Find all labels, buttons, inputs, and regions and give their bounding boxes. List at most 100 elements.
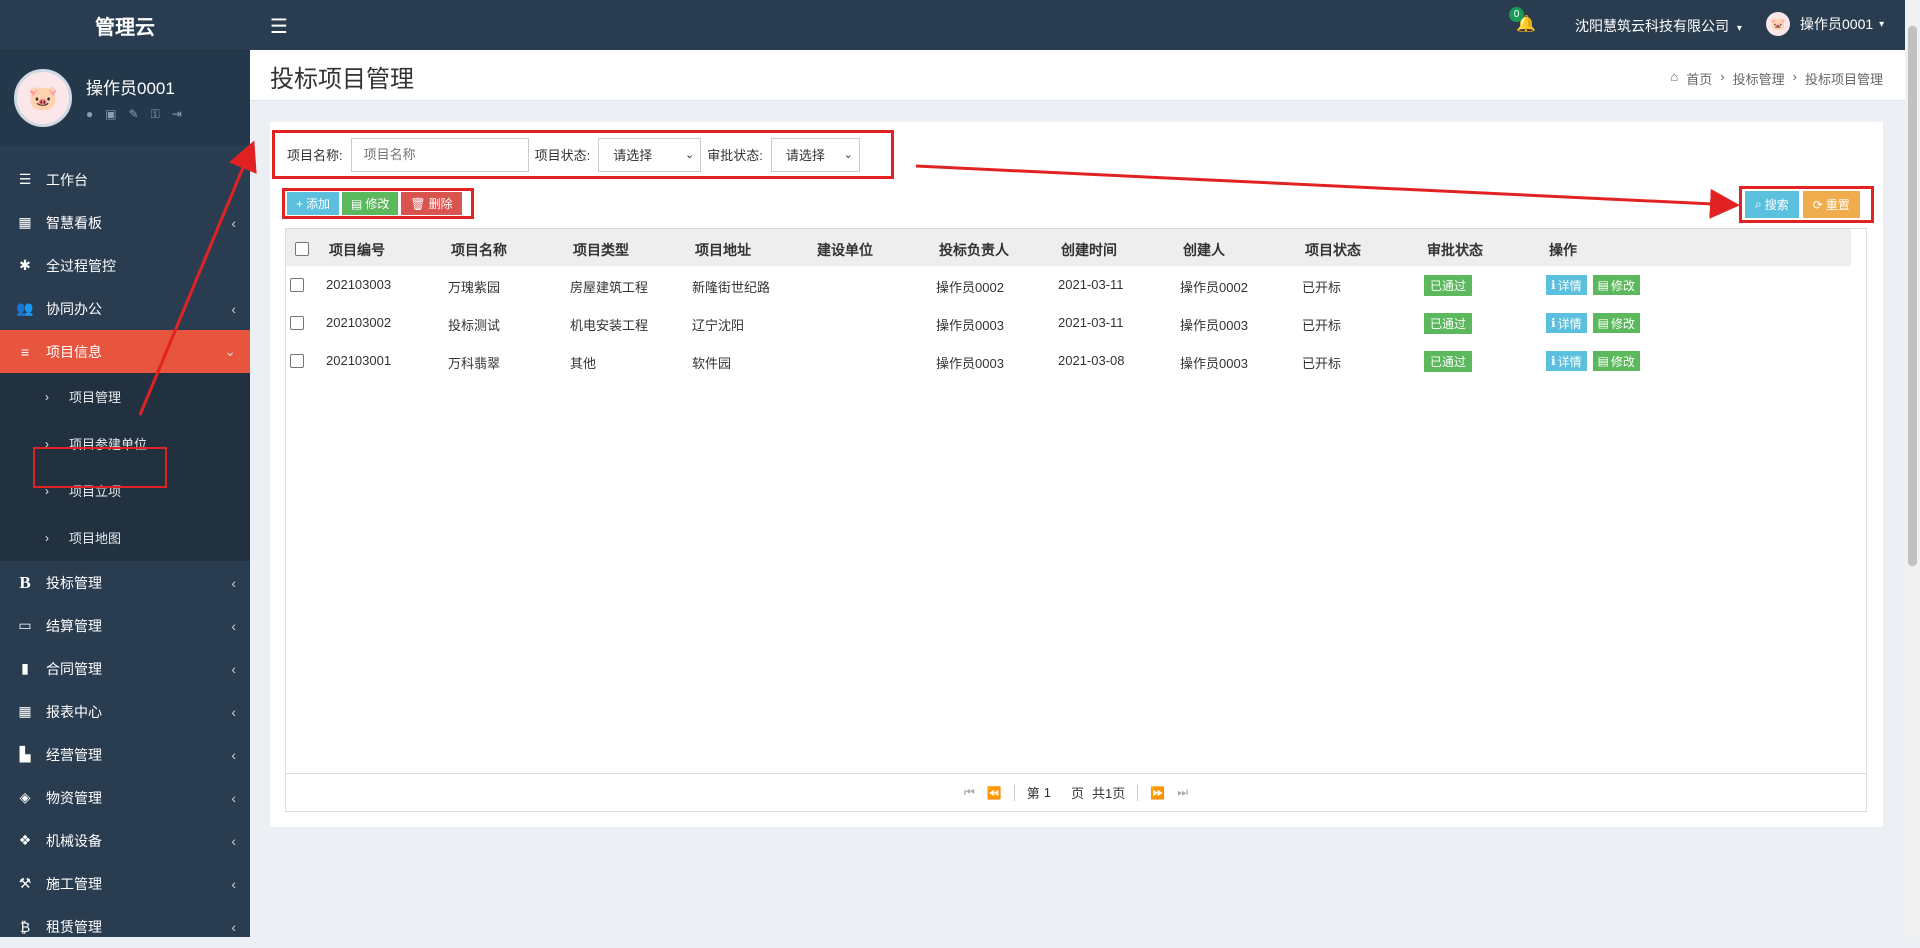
row-checkbox[interactable] — [290, 278, 304, 292]
pager-divider — [1137, 784, 1139, 801]
first-page-icon[interactable]: ⏮ — [964, 785, 975, 800]
row-edit-button[interactable]: ▤ 修改 — [1592, 351, 1640, 371]
page-number-input[interactable]: 1 — [1044, 785, 1051, 800]
top-navbar: ☰ 🔔 0 沈阳慧筑云科技有限公司 ▾ 🐷 操作员0001 ▾ — [250, 0, 1920, 50]
delete-button[interactable]: 🗑 删除 — [401, 192, 462, 215]
chevron-down-icon: ⌄ — [224, 343, 236, 359]
scrollbar-thumb[interactable] — [1908, 26, 1917, 566]
search-actions: ⌕ 搜索 ⟳ 重置 — [1739, 186, 1874, 223]
col-header[interactable]: 项目类型 — [573, 240, 629, 260]
page-scrollbar[interactable] — [1905, 0, 1920, 937]
top-user-name: 操作员0001 — [1800, 16, 1874, 32]
cell-project-status: 已开标 — [1302, 280, 1342, 295]
detail-button[interactable]: ℹ 详情 — [1546, 313, 1587, 333]
subitem-label: 项目地图 — [69, 531, 122, 546]
logout-icon[interactable]: ⇥ — [172, 107, 182, 122]
project-status-select[interactable]: 请选择 ⌄ — [598, 137, 702, 172]
sidebar-item-machinery[interactable]: ❖ 机械设备 ‹ — [0, 819, 250, 862]
file-icon: ▮ — [21, 660, 29, 676]
row-checkbox[interactable] — [290, 316, 304, 330]
cell-type: 机电安装工程 — [570, 318, 649, 333]
audit-status-label: 审批状态: — [707, 148, 763, 163]
user-icon[interactable]: ● — [86, 107, 93, 122]
col-header[interactable]: 项目名称 — [451, 240, 507, 260]
sidebar-item-contract[interactable]: ▮ 合同管理 ‹ — [0, 647, 250, 690]
sidebar-item-report-center[interactable]: ▦ 报表中心 ‹ — [0, 690, 250, 733]
col-header[interactable]: 建设单位 — [817, 240, 873, 260]
add-button[interactable]: + 添加 — [287, 192, 340, 215]
row-edit-button[interactable]: ▤ 修改 — [1592, 313, 1640, 333]
search-button[interactable]: ⌕ 搜索 — [1745, 191, 1799, 218]
sidebar-item-label: 合同管理 — [46, 660, 102, 677]
audit-status-value: 请选择 — [785, 148, 825, 163]
bitcoin-icon: ₿ — [19, 918, 31, 935]
data-table: 项目编号 项目名称 项目类型 项目地址 建设单位 投标负责人 创建时间 创建人 … — [285, 228, 1867, 812]
next-page-icon[interactable]: ⏩ — [1150, 786, 1165, 800]
table-row[interactable]: 202103002 投标测试 机电安装工程 辽宁沈阳 操作员0003 2021-… — [286, 304, 1851, 342]
table-header: 项目编号 项目名称 项目类型 项目地址 建设单位 投标负责人 创建时间 创建人 … — [286, 229, 1851, 266]
breadcrumb-separator: › — [1720, 69, 1725, 84]
avatar: 🐷 — [14, 69, 72, 127]
sidebar-item-label: 物资管理 — [46, 789, 102, 806]
select-all-checkbox[interactable] — [295, 242, 309, 256]
row-checkbox[interactable] — [290, 354, 304, 368]
cell-created-time: 2021-03-08 — [1058, 353, 1125, 368]
sidebar-item-bid-manage[interactable]: B 投标管理 ‹ — [0, 561, 250, 604]
table-row[interactable]: 202103003 万瑰紫园 房屋建筑工程 新隆街世纪路 操作员0002 202… — [286, 266, 1851, 304]
user-name: 操作员0001 — [86, 79, 175, 98]
sidebar-item-leasing[interactable]: ₿ 租赁管理 ‹ — [0, 905, 250, 948]
hamburger-menu-icon[interactable]: ☰ — [270, 14, 288, 39]
cell-address: 软件园 — [692, 356, 732, 371]
sidebar-item-workbench[interactable]: ☰ 工作台 — [0, 158, 250, 201]
detail-button[interactable]: ℹ 详情 — [1546, 351, 1587, 371]
project-status-value: 请选择 — [613, 148, 653, 163]
cell-code: 202103001 — [326, 353, 392, 368]
bold-b-icon: B — [19, 572, 31, 592]
user-dropdown[interactable]: 🐷 操作员0001 ▾ — [1766, 12, 1884, 36]
project-name-input[interactable] — [350, 137, 529, 172]
reset-button[interactable]: ⟳ 重置 — [1802, 191, 1860, 218]
sidebar-item-label: 结算管理 — [46, 617, 102, 634]
id-card-icon[interactable]: ▣ — [105, 107, 116, 122]
col-header[interactable]: 投标负责人 — [939, 240, 1009, 260]
cell-code: 202103003 — [326, 277, 392, 292]
table-row[interactable]: 202103001 万科翡翠 其他 软件园 操作员0003 2021-03-08… — [286, 342, 1851, 380]
company-dropdown[interactable]: 沈阳慧筑云科技有限公司 ▾ — [1575, 16, 1742, 36]
detail-label: 详情 — [1557, 278, 1582, 293]
sidebar-item-dashboard[interactable]: ▦ 智慧看板 ‹ — [0, 201, 250, 244]
col-header[interactable]: 项目状态 — [1305, 240, 1361, 260]
last-page-icon[interactable]: ⏭ — [1177, 785, 1188, 800]
cell-type: 其他 — [570, 356, 597, 371]
col-header[interactable]: 创建人 — [1183, 240, 1225, 260]
col-header[interactable]: 审批状态 — [1427, 240, 1483, 260]
sidebar-item-label: 协同办公 — [46, 300, 102, 317]
row-edit-button[interactable]: ▤ 修改 — [1592, 275, 1640, 295]
sidebar-subitem-project-manage[interactable]: › 项目管理 — [0, 373, 250, 420]
row-edit-label: 修改 — [1610, 278, 1635, 293]
col-header[interactable]: 项目地址 — [695, 240, 751, 260]
edit-icon[interactable]: ✎ — [129, 107, 139, 122]
sidebar-item-collab-office[interactable]: 👥 协同办公 ‹ — [0, 287, 250, 330]
sidebar-item-project-info[interactable]: ≡ 项目信息 ⌄ — [0, 330, 250, 373]
sidebar-item-materials[interactable]: ◈ 物资管理 ‹ — [0, 776, 250, 819]
cell-created-time: 2021-03-11 — [1058, 277, 1124, 292]
col-header[interactable]: 创建时间 — [1061, 240, 1117, 260]
breadcrumb-home[interactable]: 首页 — [1686, 69, 1712, 88]
chevron-right-icon: › — [45, 389, 49, 404]
breadcrumb-bid-manage[interactable]: 投标管理 — [1733, 69, 1785, 88]
edit-button[interactable]: ▤ 修改 — [342, 192, 399, 215]
project-name-label: 项目名称: — [287, 148, 343, 163]
sidebar-item-process-control[interactable]: ✱ 全过程管控 — [0, 244, 250, 287]
sidebar-item-operations[interactable]: ▙ 经营管理 ‹ — [0, 733, 250, 776]
sidebar-item-construction[interactable]: ⚒ 施工管理 ‹ — [0, 862, 250, 905]
sidebar-subitem-project-map[interactable]: › 项目地图 — [0, 514, 250, 561]
info-icon: ℹ — [1551, 354, 1556, 368]
key-icon[interactable]: ⚿ — [151, 107, 160, 122]
audit-status-select[interactable]: 请选择 ⌄ — [770, 137, 860, 172]
sidebar-item-settlement[interactable]: ▭ 结算管理 ‹ — [0, 604, 250, 647]
bar-chart-icon: ▙ — [19, 746, 31, 762]
col-header[interactable]: 项目编号 — [329, 240, 385, 260]
detail-button[interactable]: ℹ 详情 — [1546, 275, 1587, 295]
prev-page-icon[interactable]: ⏪ — [987, 786, 1002, 800]
add-label: 添加 — [306, 197, 331, 211]
